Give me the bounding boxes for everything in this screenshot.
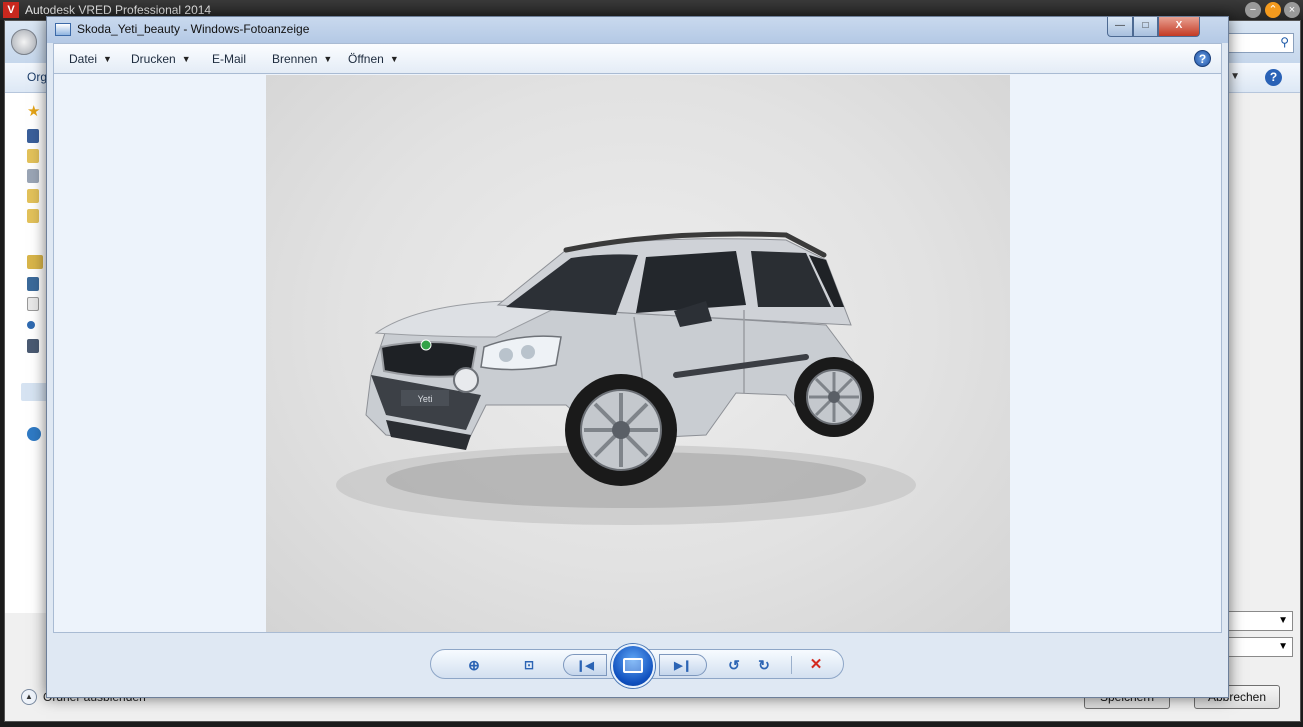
viewer-controls: ⊕ ⊡ ❙◀ ▶❙ ↺ ↻ ✕ xyxy=(47,635,1228,697)
dropdown-arrow-icon: ▼ xyxy=(389,54,399,64)
recent-icon[interactable] xyxy=(27,169,39,183)
computer-icon[interactable] xyxy=(21,383,49,401)
menu-label: Öffnen xyxy=(348,52,384,66)
viewer-maximize-button[interactable]: □ xyxy=(1133,17,1158,37)
plate-text: Yeti xyxy=(418,394,433,404)
vred-logo: V xyxy=(3,2,19,18)
organize-button[interactable]: Org xyxy=(27,70,47,84)
dropdown-arrow-icon: ▼ xyxy=(323,54,333,64)
photo-viewer-icon xyxy=(55,23,71,36)
vred-title: Autodesk VRED Professional 2014 xyxy=(25,3,212,17)
menu-brennen[interactable]: Brennen ▼ xyxy=(272,52,332,66)
chevron-down-icon: ▼ xyxy=(1278,615,1288,626)
suv-illustration: Yeti xyxy=(336,231,916,525)
dropdown-arrow-icon: ▼ xyxy=(181,54,191,64)
back-button[interactable] xyxy=(11,29,37,55)
delete-icon[interactable]: ✕ xyxy=(805,654,827,676)
videos-icon[interactable] xyxy=(27,339,39,353)
zoom-icon[interactable]: ⊕ xyxy=(457,654,491,676)
libraries-icon[interactable] xyxy=(27,255,43,269)
toolbar-divider xyxy=(791,656,792,674)
previous-icon[interactable]: ❙◀ xyxy=(563,654,607,676)
rotate-left-icon[interactable]: ↺ xyxy=(723,654,745,676)
menu-label: Drucken xyxy=(131,52,176,66)
favorites-star-icon[interactable]: ★ xyxy=(27,104,41,119)
network-icon[interactable] xyxy=(27,427,41,441)
controls-pill: ⊕ ⊡ ❙◀ ▶❙ ↺ ↻ ✕ xyxy=(430,644,844,688)
car-photo: Yeti xyxy=(266,75,1010,632)
photo-viewer-window: Skoda_Yeti_beauty - Windows-Fotoanzeige … xyxy=(46,16,1229,698)
slideshow-button[interactable] xyxy=(611,644,655,688)
dropdown-arrow-icon: ▼ xyxy=(103,54,112,64)
vred-minimize-button[interactable]: − xyxy=(1245,2,1261,18)
menu-drucken[interactable]: Drucken ▼ xyxy=(131,52,191,66)
search-icon[interactable]: ⚲ xyxy=(1280,35,1289,49)
viewer-menubar: Datei ▼ Drucken ▼ E-Mail Brennen ▼ Öffnen ▼ … xyxy=(53,43,1222,73)
menu-oeffnen[interactable]: Öffnen ▼ xyxy=(348,52,399,66)
menu-label: Datei xyxy=(69,52,98,66)
search-box[interactable]: ⚲ xyxy=(1224,33,1294,53)
viewer-titlebar: Skoda_Yeti_beauty - Windows-Fotoanzeige … xyxy=(47,17,1228,43)
dialog-help-icon[interactable]: ? xyxy=(1265,69,1282,86)
folder-icon[interactable] xyxy=(27,149,39,163)
viewer-close-button[interactable]: X xyxy=(1158,17,1200,37)
vred-maximize-button[interactable]: ⌃ xyxy=(1265,2,1281,18)
menu-label: E-Mail xyxy=(212,52,247,66)
chevron-down-icon: ▼ xyxy=(1278,641,1288,652)
navigation-pane: ★ xyxy=(5,93,49,613)
rotate-right-icon[interactable]: ↻ xyxy=(753,654,775,676)
menu-datei[interactable]: Datei ▼ xyxy=(69,52,112,66)
music-icon[interactable] xyxy=(27,321,35,329)
desktop-icon[interactable] xyxy=(27,129,39,143)
menu-label: Brennen xyxy=(272,52,318,66)
view-options-arrow-icon[interactable]: ▼ xyxy=(1230,71,1240,82)
viewer-minimize-button[interactable]: — xyxy=(1107,17,1133,37)
chevron-up-icon: ▲ xyxy=(21,689,37,705)
fit-window-icon[interactable]: ⊡ xyxy=(517,654,541,676)
viewer-canvas: Yeti xyxy=(53,73,1222,633)
pictures-icon[interactable] xyxy=(27,277,39,291)
menu-email[interactable]: E-Mail xyxy=(212,52,246,66)
folder-icon[interactable] xyxy=(27,189,39,203)
documents-icon[interactable] xyxy=(27,297,39,311)
vred-close-button[interactable]: × xyxy=(1284,2,1300,18)
folder-icon[interactable] xyxy=(27,209,39,223)
viewer-title: Skoda_Yeti_beauty - Windows-Fotoanzeige xyxy=(77,22,310,36)
slideshow-icon xyxy=(623,658,643,673)
viewer-help-icon[interactable]: ? xyxy=(1194,50,1211,67)
